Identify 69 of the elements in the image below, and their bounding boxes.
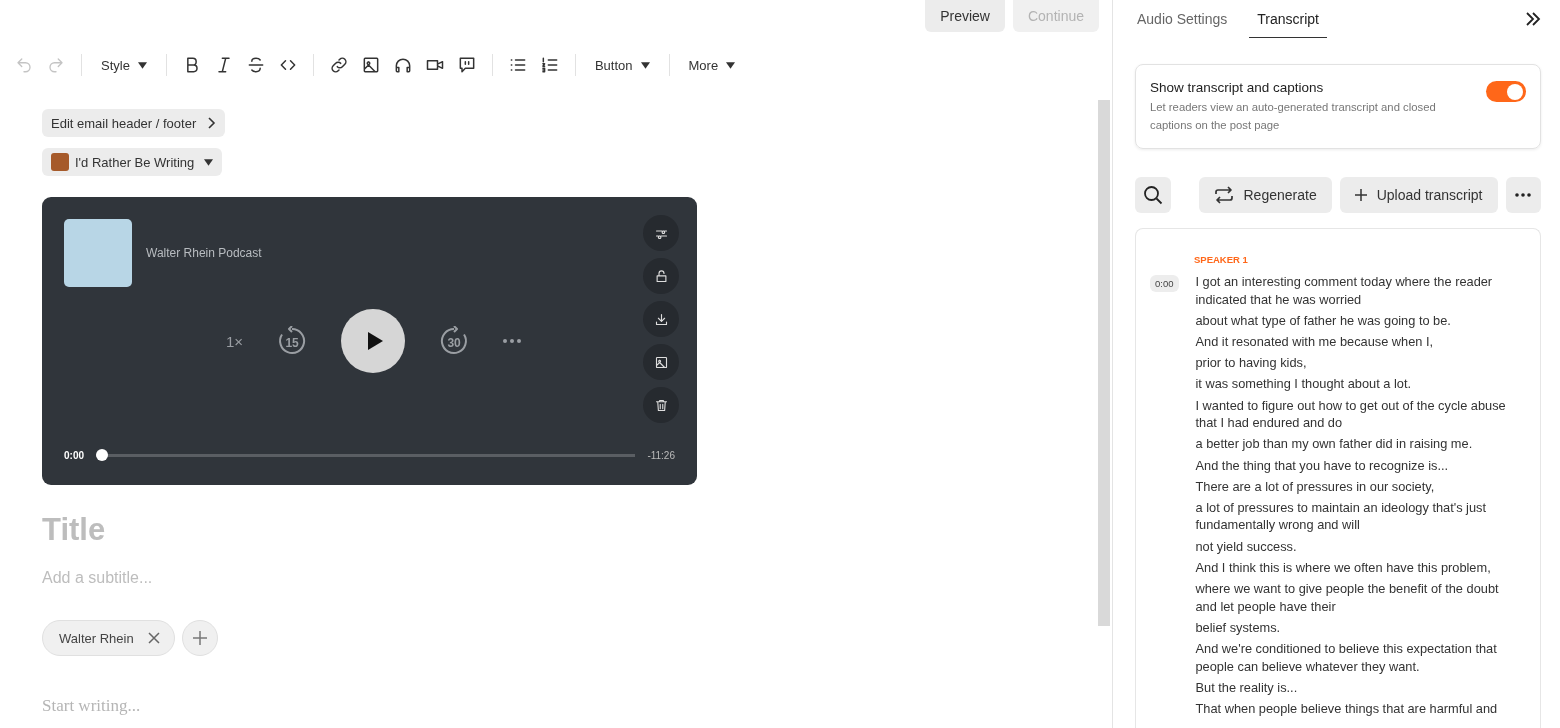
- transcript-line: about what type of father he was going to be.: [1195, 311, 1452, 330]
- podcast-art-placeholder: [64, 219, 132, 287]
- repeat-arrows-icon: [1213, 186, 1234, 204]
- image-icon: [653, 354, 669, 370]
- avatar-placeholder: [51, 153, 69, 171]
- speaker-label: SPEAKER 1: [1194, 254, 1249, 265]
- publication-dropdown[interactable]: I'd Rather Be Writing: [42, 148, 223, 176]
- edit-header-footer-button[interactable]: Edit email header / footer: [42, 109, 226, 137]
- caret-icon: [204, 158, 214, 166]
- transcript-line: And we're conditioned to believe this expectation that people can believe whatever they want.: [1195, 640, 1498, 676]
- author-tag[interactable]: Walter Rhein: [42, 620, 175, 656]
- regenerate-button[interactable]: Regenerate: [1198, 177, 1332, 213]
- more-options-button[interactable]: [503, 339, 522, 343]
- transcript-line: And the thing that you have to recognize is...: [1195, 456, 1450, 475]
- player-side-button[interactable]: [643, 301, 679, 337]
- upload-transcript-button[interactable]: Upload transcript: [1339, 177, 1498, 213]
- elapsed-time: 0:00: [64, 449, 84, 461]
- more-dropdown[interactable]: More: [678, 50, 746, 80]
- link-icon: [328, 55, 349, 75]
- transcript-line: And I think this is where we often have this problem,: [1195, 558, 1492, 577]
- caret-icon: [726, 61, 736, 69]
- scrollbar[interactable]: [1098, 100, 1110, 626]
- transcript-line: belief systems.: [1195, 618, 1282, 637]
- toggle-switch[interactable]: [1486, 81, 1526, 102]
- remaining-time: -11:26: [647, 449, 675, 461]
- transcript-line: it was something I thought about a lot.: [1195, 375, 1413, 393]
- playback-speed-button[interactable]: 1×: [226, 332, 244, 350]
- transcript-line: not yield success.: [1195, 537, 1298, 556]
- panel-tab[interactable]: Audio Settings: [1129, 0, 1236, 38]
- player-side-button[interactable]: [643, 258, 679, 294]
- chevron-right-icon: [206, 117, 217, 129]
- close-icon[interactable]: [147, 632, 160, 644]
- plus-icon: [191, 630, 208, 646]
- search-button[interactable]: [1135, 177, 1171, 213]
- more-options-button[interactable]: [1505, 177, 1541, 213]
- player-side-button[interactable]: [643, 387, 679, 423]
- caret-icon: [137, 61, 147, 69]
- skip-back-button[interactable]: 15: [277, 326, 308, 356]
- trash-icon: [653, 397, 669, 413]
- undo-icon: [15, 56, 33, 74]
- podcast-title: Walter Rhein Podcast: [146, 246, 262, 260]
- collapse-panel-icon[interactable]: [1525, 12, 1541, 26]
- setting-title: Show transcript and captions: [1150, 80, 1325, 95]
- caret-icon: [640, 61, 650, 69]
- progress-handle[interactable]: [96, 449, 108, 461]
- transcript-line: a better job than my own father did in raising me.: [1195, 435, 1474, 453]
- timestamp-badge[interactable]: 0:00: [1150, 275, 1179, 292]
- numbered-list-icon: [539, 55, 560, 75]
- add-author-button[interactable]: [181, 620, 218, 656]
- transcript-line: And it resonated with me because when I,: [1195, 332, 1435, 351]
- ellipsis-icon: [503, 339, 522, 343]
- transcript-line: That when people believe things that are harmful and: [1195, 699, 1499, 718]
- play-icon: [366, 331, 385, 351]
- skip-forward-button[interactable]: 30: [439, 326, 470, 356]
- transcript-line: But the reality is...: [1195, 678, 1299, 697]
- setting-description: Let readers view an auto-generated transcript and closed captions on the post page: [1150, 100, 1437, 133]
- button-dropdown[interactable]: Button: [584, 50, 660, 80]
- panel-tab[interactable]: Transcript: [1249, 0, 1327, 38]
- plus-icon: [1354, 189, 1367, 201]
- style-dropdown[interactable]: Style: [91, 50, 157, 80]
- player-side-button[interactable]: [643, 344, 679, 380]
- redo-icon: [47, 56, 65, 74]
- search-icon: [1142, 185, 1163, 205]
- download-icon: [653, 311, 669, 327]
- unlocked-padlock-icon: [653, 268, 669, 284]
- transcript-line: There are a lot of pressures in our society,: [1195, 477, 1436, 496]
- transcript-line: prior to having kids,: [1195, 354, 1308, 372]
- top-action-button[interactable]: Preview: [925, 0, 1005, 32]
- ellipsis-icon: [1515, 193, 1532, 197]
